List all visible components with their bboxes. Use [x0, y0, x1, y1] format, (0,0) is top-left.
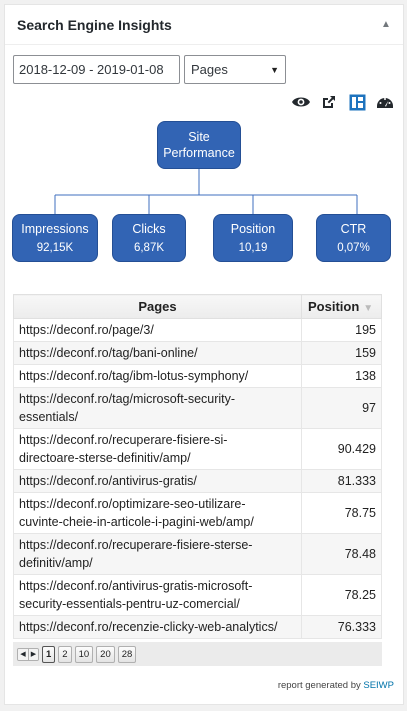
position-cell: 81.333: [301, 469, 382, 493]
triangle-up-icon[interactable]: ▲: [381, 19, 391, 30]
page-url-line: essentials/: [19, 410, 79, 424]
table-row: https://deconf.ro/optimizare-seo-utiliza…: [13, 492, 382, 534]
layout-icon[interactable]: [347, 92, 367, 112]
page-url-cell: https://deconf.ro/antivirus-gratis/: [13, 469, 302, 493]
position-node: Position 10,19: [213, 214, 293, 262]
page-url-cell: https://deconf.ro/recuperare-fisiere-ste…: [13, 533, 302, 575]
metric-label: Position: [230, 221, 276, 236]
position-cell: 195: [301, 318, 382, 342]
page-button[interactable]: 20: [96, 645, 115, 663]
eye-icon[interactable]: [291, 92, 311, 112]
pages-column-header[interactable]: Pages: [13, 294, 302, 319]
root-line-2: Performance: [163, 146, 235, 160]
page-url-line: directoare-sterse-definitiv/amp/: [19, 451, 191, 465]
metric-label: Clicks: [132, 221, 166, 236]
position-cell: 76.333: [301, 615, 382, 639]
page-url-cell: https://deconf.ro/antivirus-gratis-micro…: [13, 574, 302, 616]
page-url-cell: https://deconf.ro/optimizare-seo-utiliza…: [13, 492, 302, 534]
page-url-cell: https://deconf.ro/tag/microsoft-security…: [13, 387, 302, 429]
page-url-line: https://deconf.ro/antivirus-gratis-micro…: [19, 579, 253, 593]
table-row: https://deconf.ro/tag/microsoft-security…: [13, 387, 382, 429]
report-footer: report generated by SEIWP: [278, 680, 394, 691]
page-url-line: https://deconf.ro/page/3/: [19, 323, 154, 337]
position-cell: 78.25: [301, 574, 382, 616]
widget-title: Search Engine Insights: [17, 16, 172, 33]
page-url-line: cuvinte-cheie-in-articole-i-pagini-web/a…: [19, 515, 254, 529]
table-row: https://deconf.ro/page/3/195: [13, 318, 382, 342]
table-row: https://deconf.ro/tag/ibm-lotus-symphony…: [13, 364, 382, 388]
page-url-line: definitiv/amp/: [19, 556, 93, 570]
metric-value: 6,87K: [133, 241, 165, 254]
page-url-line: https://deconf.ro/recenzie-clicky-web-an…: [19, 620, 278, 634]
site-performance-tree: Site Performance Impressions 92,15K Clic…: [0, 118, 400, 268]
page-url-line: security-essentials-pentru-uz-comercial/: [19, 597, 240, 611]
page-url-cell: https://deconf.ro/recenzie-clicky-web-an…: [13, 615, 302, 639]
position-cell: 90.429: [301, 428, 382, 470]
position-cell: 78.48: [301, 533, 382, 575]
page-url-line: https://deconf.ro/antivirus-gratis/: [19, 474, 197, 488]
page-url-line: https://deconf.ro/recuperare-fisiere-si-: [19, 433, 228, 447]
widget-header: Search Engine Insights ▲: [5, 5, 403, 45]
previous-page-icon[interactable]: ◀: [18, 648, 28, 660]
table-header-row: Pages Position ▼: [13, 294, 382, 319]
page-button[interactable]: 10: [74, 645, 94, 663]
external-link-icon[interactable]: [319, 92, 339, 112]
report-type-select[interactable]: Pages ▼: [184, 55, 286, 84]
page-url-line: https://deconf.ro/tag/ibm-lotus-symphony…: [19, 369, 249, 383]
impressions-node: Impressions 92,15K: [12, 214, 98, 262]
table-row: https://deconf.ro/antivirus-gratis/81.33…: [13, 469, 382, 493]
pages-table: Pages Position ▼ https://deconf.ro/page/3…: [13, 294, 382, 639]
ctr-node: CTR 0,07%: [316, 214, 391, 262]
table-row: https://deconf.ro/antivirus-gratis-micro…: [13, 574, 382, 616]
next-page-icon[interactable]: ▶: [28, 648, 38, 660]
page-nav-arrows: ◀ ▶: [17, 647, 39, 661]
page-url-line: https://deconf.ro/tag/microsoft-security…: [19, 392, 236, 406]
sort-descending-icon: ▼: [363, 303, 374, 314]
clicks-node: Clicks 6,87K: [112, 214, 186, 262]
dropdown-arrow-icon: ▼: [270, 64, 279, 75]
page-button[interactable]: 28: [117, 645, 137, 663]
position-cell: 138: [301, 364, 382, 388]
page-url-cell: https://deconf.ro/recuperare-fisiere-si-…: [13, 428, 302, 470]
position-cell: 78.75: [301, 492, 382, 534]
table-row: https://deconf.ro/tag/bani-online/159: [13, 341, 382, 365]
toolbar-icons: [291, 92, 395, 112]
site-performance-node: Site Performance: [157, 121, 241, 169]
seiwp-link[interactable]: SEIWP: [363, 680, 394, 691]
report-type-value: Pages: [191, 62, 228, 77]
position-column-header[interactable]: Position ▼: [301, 294, 382, 319]
metric-label: Impressions: [21, 221, 89, 236]
page-button[interactable]: 1: [42, 645, 56, 663]
page-url-cell: https://deconf.ro/tag/bani-online/: [13, 341, 302, 365]
page-button[interactable]: 2: [58, 645, 72, 663]
table-row: https://deconf.ro/recuperare-fisiere-ste…: [13, 533, 382, 575]
dashboard-gauge-icon[interactable]: [375, 92, 395, 112]
page-url-cell: https://deconf.ro/tag/ibm-lotus-symphony…: [13, 364, 302, 388]
pages-table-wrapper: Pages Position ▼ https://deconf.ro/page/3…: [13, 294, 382, 639]
page-url-line: https://deconf.ro/tag/bani-online/: [19, 346, 198, 360]
metric-value: 92,15K: [36, 241, 74, 254]
root-line-1: Site: [188, 130, 210, 144]
report-controls: Pages ▼: [13, 55, 286, 84]
table-row: https://deconf.ro/recenzie-clicky-web-an…: [13, 615, 382, 639]
page-url-line: https://deconf.ro/optimizare-seo-utiliza…: [19, 497, 246, 511]
page-url-line: https://deconf.ro/recuperare-fisiere-ste…: [19, 538, 253, 552]
page-url-cell: https://deconf.ro/page/3/: [13, 318, 302, 342]
table-row: https://deconf.ro/recuperare-fisiere-si-…: [13, 428, 382, 470]
metric-value: 10,19: [238, 241, 268, 254]
table-pagination: ◀ ▶ 1 2 10 20 28: [13, 642, 382, 666]
date-range-input[interactable]: [13, 55, 180, 84]
footer-text: report generated by: [277, 680, 361, 691]
metric-value: 0,07%: [337, 241, 370, 254]
position-cell: 97: [301, 387, 382, 429]
position-cell: 159: [301, 341, 382, 365]
metric-label: CTR: [340, 221, 367, 236]
